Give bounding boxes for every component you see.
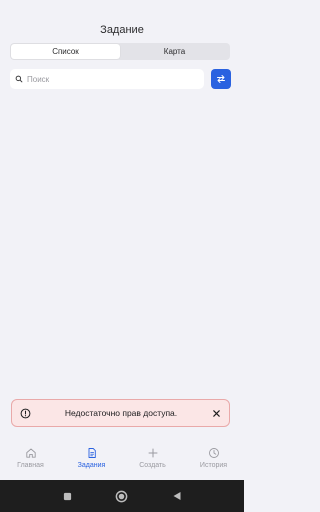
search-icon (15, 75, 23, 83)
tab-label: Создать (139, 462, 166, 469)
toast-message: Недостаточно прав доступа. (64, 408, 178, 418)
system-navigation-bar (0, 480, 244, 512)
swap-button[interactable] (211, 69, 231, 89)
toast-close-button[interactable] (211, 408, 221, 418)
home-button[interactable] (115, 489, 129, 503)
home-icon (25, 448, 36, 458)
tab-tasks[interactable]: Задания (61, 443, 122, 479)
swap-icon (217, 75, 225, 83)
clock-icon (208, 448, 219, 458)
view-switcher: Список Карта (10, 43, 230, 60)
page-title: Задание (100, 24, 144, 36)
tab-home[interactable]: Главная (0, 443, 61, 479)
plus-icon (148, 448, 157, 458)
tab-history[interactable]: История (183, 443, 244, 479)
triangle-back-icon (173, 492, 181, 500)
search-input[interactable] (27, 74, 187, 84)
alert-circle-icon (20, 408, 31, 418)
bottom-tab-bar: Главная Задания Создать История (0, 443, 244, 479)
document-icon (88, 448, 96, 458)
tab-list[interactable]: Список (11, 44, 120, 59)
tab-map[interactable]: Карта (120, 44, 229, 59)
close-icon (212, 409, 220, 417)
header: Задание (0, 0, 244, 40)
circle-icon (116, 490, 128, 502)
tab-label: Главная (17, 462, 44, 469)
recents-button[interactable] (60, 489, 74, 503)
tab-label: Задания (77, 462, 106, 469)
error-toast: Недостаточно прав доступа. (11, 399, 230, 427)
tab-create[interactable]: Создать (122, 443, 183, 479)
tab-label: История (199, 462, 228, 469)
search-bar[interactable] (10, 69, 204, 89)
square-icon (63, 492, 71, 500)
back-button[interactable] (170, 489, 184, 503)
